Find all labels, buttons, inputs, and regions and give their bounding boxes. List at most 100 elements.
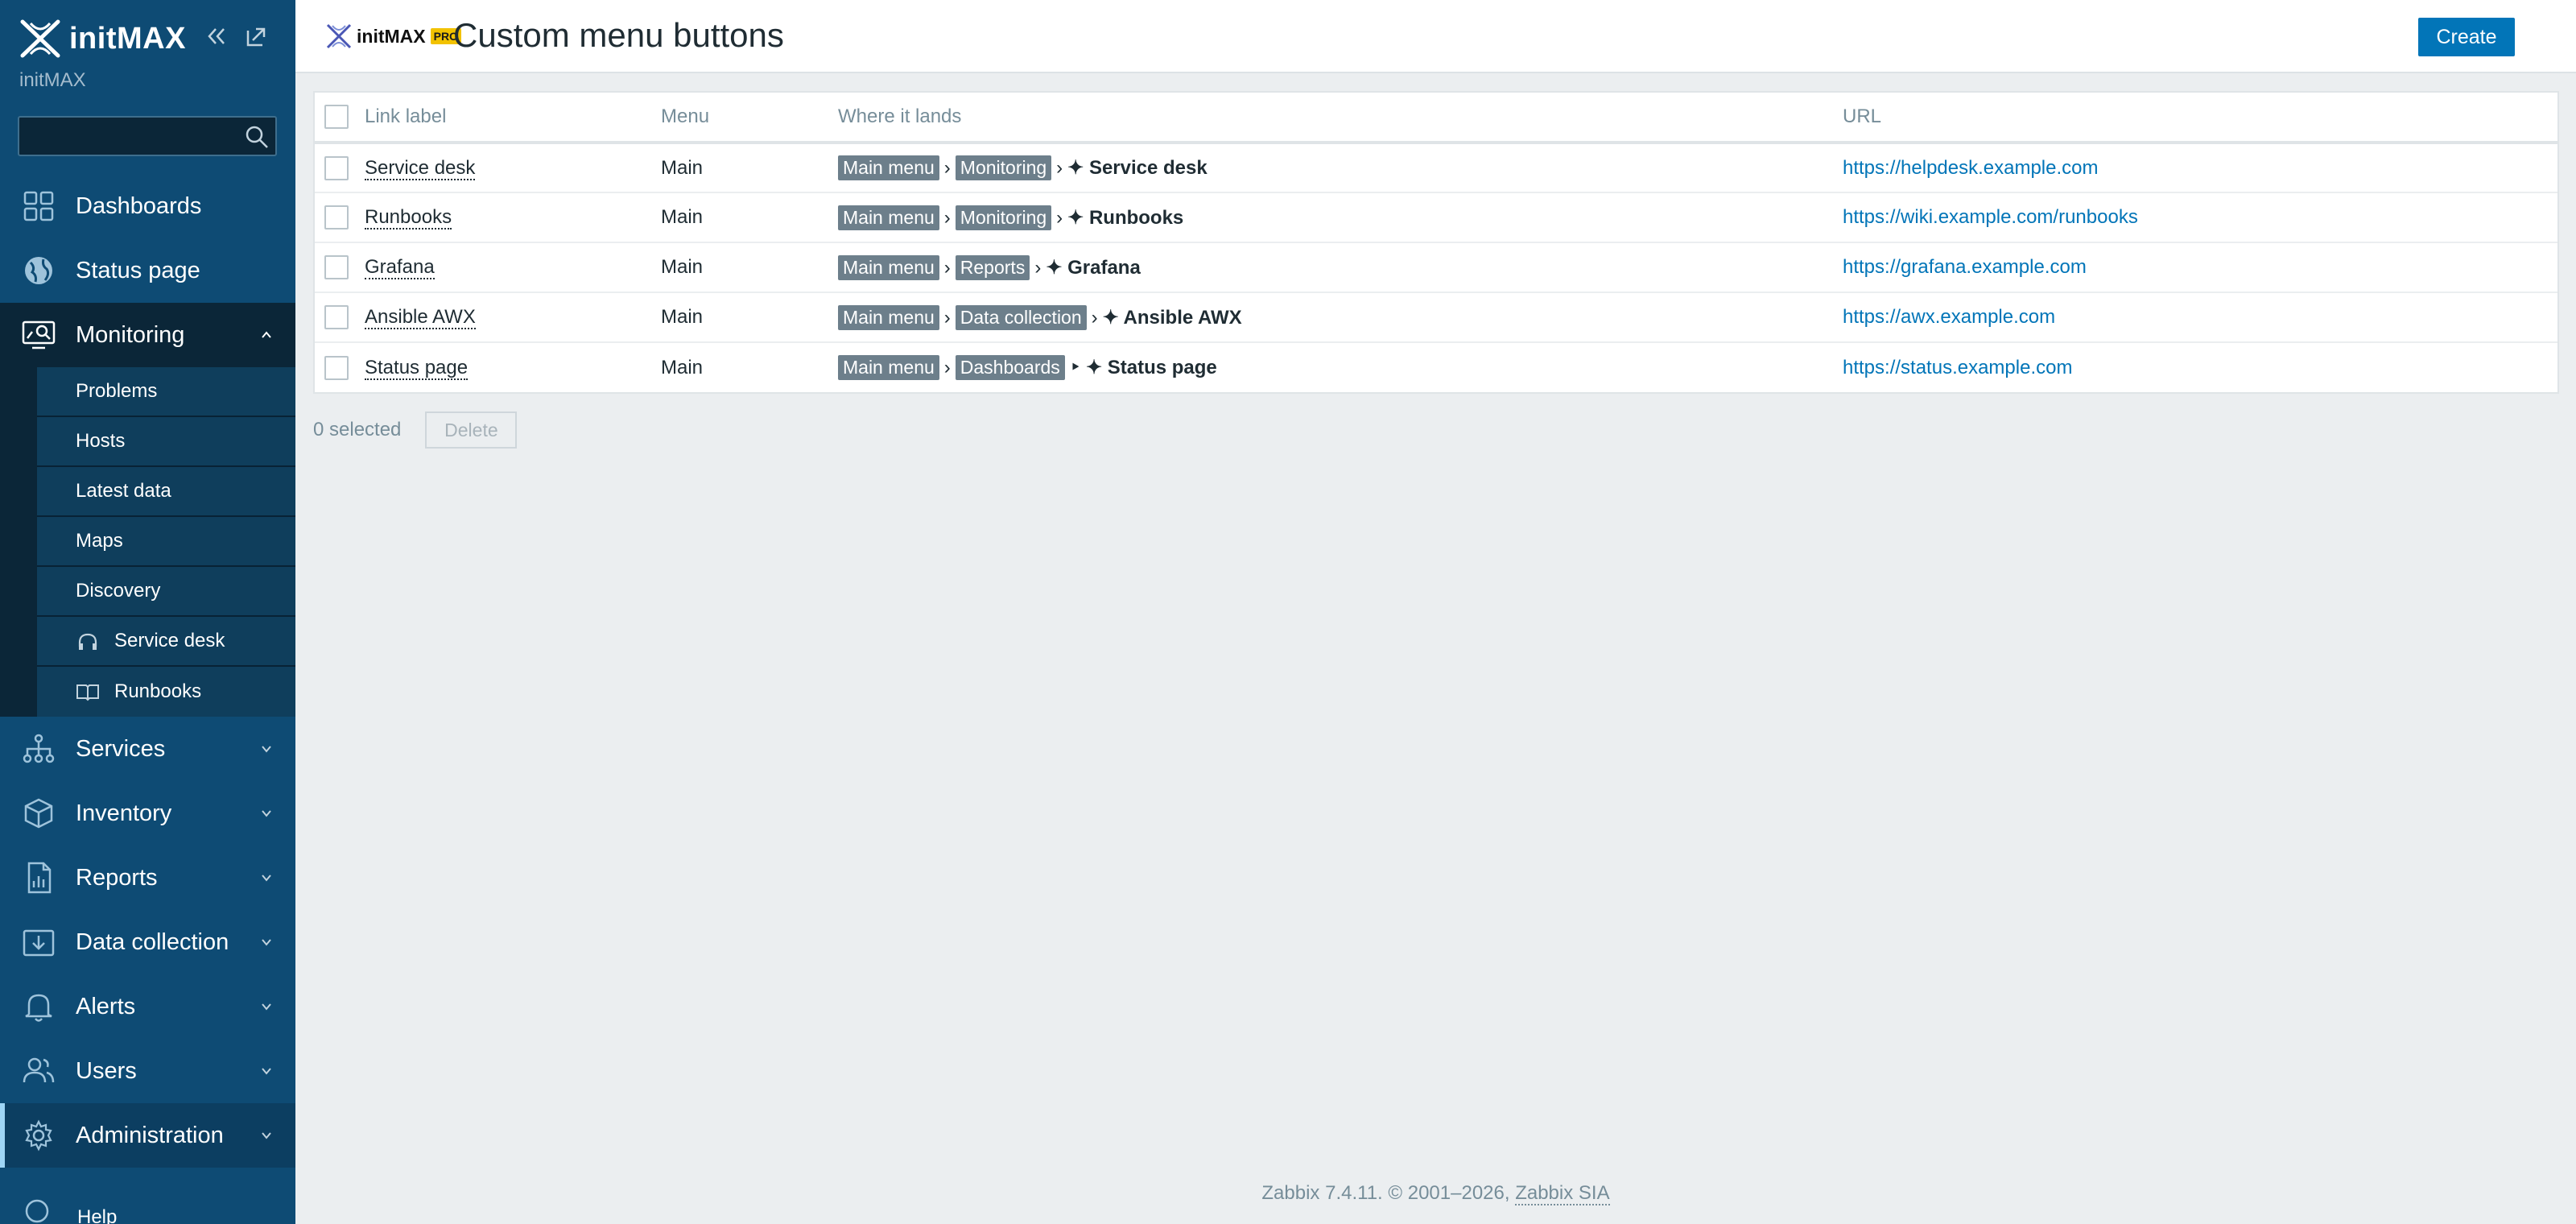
path-tag: Reports	[955, 254, 1030, 280]
nav-status-page[interactable]: Status page	[0, 238, 295, 303]
table-row: Ansible AWX Main Main menu › Data collecti…	[315, 292, 2557, 343]
table-header-row: Link label Menu Where it lands URL	[315, 93, 2557, 144]
where-it-lands-cell: Main menu › Dashboards ‣ ✦ Status page	[838, 342, 1843, 392]
nav-services[interactable]: Services	[0, 717, 295, 781]
row-checkbox[interactable]	[324, 205, 349, 229]
submenu-item-latest-data[interactable]: Latest data	[37, 467, 295, 517]
destination: ✦ Service desk	[1067, 157, 1208, 179]
nav-users[interactable]: Users	[0, 1039, 295, 1103]
monitoring-submenu: Problems Hosts Latest data Maps Discover…	[0, 367, 295, 717]
link-label[interactable]: Ansible AWX	[365, 306, 476, 329]
submenu-item-discovery[interactable]: Discovery	[37, 567, 295, 617]
path-tag: Monitoring	[955, 205, 1052, 230]
dashboards-icon	[23, 191, 54, 221]
submenu-item-maps[interactable]: Maps	[37, 517, 295, 567]
submenu-item-problems[interactable]: Problems	[37, 367, 295, 417]
chevron-down-icon	[262, 875, 271, 882]
brand-logo[interactable]: initMAX	[18, 18, 186, 60]
url-link[interactable]: https://status.example.com	[1843, 357, 2072, 378]
nav-help[interactable]: Help	[0, 1195, 295, 1224]
submenu-item-service-desk[interactable]: Service desk	[37, 617, 295, 667]
menu-cell: Main	[661, 192, 838, 243]
table-row: Grafana Main Main menu › Reports › ✦ Grafana…	[315, 242, 2557, 293]
footer-text: Zabbix 7.4.11. © 2001–2026,	[1261, 1182, 1510, 1204]
table-row: Service desk Main Main menu › Monitoring › ✦…	[315, 143, 2557, 193]
link-label[interactable]: Grafana	[365, 256, 435, 279]
chevron-down-icon	[262, 810, 271, 817]
menu-cell: Main	[661, 356, 704, 378]
chevron-up-icon	[262, 331, 271, 338]
page-footer: Zabbix 7.4.11. © 2001–2026, Zabbix SIA	[295, 1182, 2576, 1205]
url-link[interactable]: https://helpdesk.example.com	[1843, 157, 2099, 179]
row-checkbox[interactable]	[324, 255, 349, 279]
kiosk-mode-icon[interactable]	[243, 23, 270, 50]
row-checkbox[interactable]	[324, 305, 349, 329]
submenu-item-hosts[interactable]: Hosts	[37, 417, 295, 467]
page-title: Custom menu buttons	[453, 16, 784, 54]
column-header-link-label[interactable]: Link label	[365, 93, 661, 144]
url-link[interactable]: https://awx.example.com	[1843, 306, 2055, 328]
chevron-down-icon	[262, 1132, 271, 1139]
row-checkbox[interactable]	[324, 355, 349, 380]
bell-icon	[25, 994, 52, 1022]
book-icon	[76, 684, 99, 701]
destination: ✦ Ansible AWX	[1102, 306, 1242, 329]
chevron-down-icon	[262, 939, 271, 946]
delete-button[interactable]: Delete	[425, 411, 518, 449]
sidebar: initMAX initMAX Dashboards Status page M…	[0, 0, 295, 1224]
link-label[interactable]: Runbooks	[365, 206, 452, 229]
search-input[interactable]	[18, 116, 277, 156]
search-icon[interactable]	[243, 123, 270, 151]
path-tag: Dashboards	[955, 355, 1065, 380]
path-tag: Main menu	[838, 355, 939, 380]
chevron-down-icon	[262, 1003, 271, 1011]
path-tag: Main menu	[838, 254, 939, 280]
path-tag: Monitoring	[955, 155, 1052, 180]
inventory-icon	[24, 798, 53, 829]
services-icon	[23, 734, 55, 763]
chevron-down-icon	[262, 746, 271, 753]
brand-name: initMAX	[69, 21, 186, 56]
create-button[interactable]: Create	[2418, 18, 2515, 56]
collapse-sidebar-icon[interactable]	[203, 23, 230, 50]
select-all-checkbox[interactable]	[324, 105, 349, 129]
where-it-lands-cell: Main menu › Monitoring › ✦ Service desk	[838, 143, 1843, 193]
path-tag: Main menu	[838, 205, 939, 230]
chevron-down-icon	[262, 1068, 271, 1075]
url-link[interactable]: https://grafana.example.com	[1843, 256, 2087, 278]
nav-alerts[interactable]: Alerts	[0, 974, 295, 1039]
reports-icon	[27, 862, 52, 894]
destination: ✦ Grafana	[1046, 256, 1141, 279]
submenu-item-runbooks[interactable]: Runbooks	[37, 667, 295, 717]
header-brand: initMAX PRO	[324, 23, 461, 50]
initmax-logo-icon	[326, 23, 352, 49]
column-header-url: URL	[1843, 93, 2557, 144]
nav-administration[interactable]: Administration	[0, 1103, 295, 1168]
footer-link[interactable]: Zabbix SIA	[1515, 1182, 1610, 1205]
table-row: Runbooks Main Main menu › Monitoring › ✦ Run…	[315, 192, 2557, 243]
nav-monitoring[interactable]: Monitoring	[0, 303, 295, 367]
selected-count: 0 selected	[313, 419, 402, 440]
table-row: Status page Main Main menu › Dashboards ‣ ✦ …	[315, 342, 2557, 392]
gear-icon	[25, 1119, 52, 1152]
path-tag: Main menu	[838, 304, 939, 330]
column-header-menu[interactable]: Menu	[661, 93, 838, 144]
custom-buttons-table: Link label Menu Where it lands URL Servi…	[313, 91, 2559, 394]
nav-reports[interactable]: Reports	[0, 846, 295, 910]
nav-dashboards[interactable]: Dashboards	[0, 174, 295, 238]
link-label[interactable]: Status page	[365, 356, 469, 380]
nav-data-collection[interactable]: Data collection	[0, 910, 295, 974]
nav-inventory[interactable]: Inventory	[0, 781, 295, 846]
url-link[interactable]: https://wiki.example.com/runbooks	[1843, 206, 2138, 228]
where-it-lands-cell: Main menu › Reports › ✦ Grafana	[838, 242, 1843, 293]
row-checkbox[interactable]	[324, 155, 349, 180]
page-header: initMAX PRO Custom menu buttons Create	[295, 0, 2576, 73]
link-label[interactable]: Service desk	[365, 156, 476, 180]
help-icon	[25, 1199, 49, 1223]
server-name: initMAX	[19, 69, 86, 91]
monitoring-icon	[22, 320, 56, 349]
selection-controls: 0 selected Delete	[313, 411, 518, 449]
destination: ✦ Status page	[1085, 357, 1217, 378]
initmax-logo-icon	[20, 19, 60, 58]
headset-icon	[78, 633, 97, 650]
